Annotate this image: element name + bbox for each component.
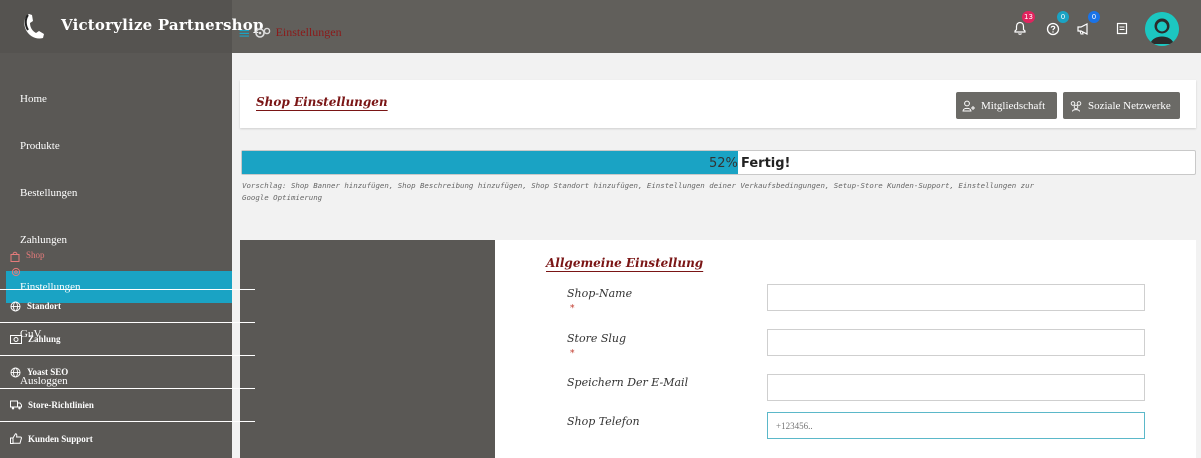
progress-percent: 52% xyxy=(709,156,738,171)
settings-menu-shop-label: Shop xyxy=(26,250,45,260)
sidebar-item-produkte[interactable]: Produkte xyxy=(6,130,232,162)
settings-gear-icon xyxy=(11,267,21,277)
settings-menu-standort-label: Standort xyxy=(27,301,62,311)
store-email-label: Speichern Der E-Mail xyxy=(567,376,689,389)
globe-icon xyxy=(10,367,21,377)
globe-icon xyxy=(10,301,21,311)
user-plus-icon xyxy=(962,100,975,111)
gears-icon xyxy=(254,27,270,38)
settings-menu-standort[interactable]: Standort xyxy=(0,290,255,323)
settings-menu-yoast-seo-label: Yoast SEO xyxy=(27,367,69,377)
brand[interactable]: Victorylize Partnershop xyxy=(0,0,263,53)
handset-logo-icon xyxy=(24,14,44,39)
help-badge: 0 xyxy=(1057,11,1069,23)
megaphone-icon[interactable] xyxy=(1076,20,1092,36)
settings-menu-yoast-seo[interactable]: Yoast SEO xyxy=(0,356,255,389)
store-email-input[interactable] xyxy=(767,374,1145,401)
membership-button-label: Mitgliedschaft xyxy=(981,99,1046,112)
store-slug-input[interactable] xyxy=(767,329,1145,356)
thumbs-up-icon xyxy=(10,433,22,444)
truck-icon xyxy=(10,400,22,410)
profile-progress-bar: 52% Fertig! xyxy=(241,150,1196,175)
top-bar: Victorylize Partnershop ≡ Einstellungen … xyxy=(0,0,1201,53)
announcement-badge: 0 xyxy=(1088,11,1100,23)
hamburger-menu-icon[interactable]: ≡ xyxy=(238,25,251,40)
progress-hint: Vorschlag: Shop Banner hinzufügen, Shop … xyxy=(242,181,1035,202)
progress-fill xyxy=(242,151,738,174)
sidebar-item-bestellungen[interactable]: Bestellungen xyxy=(6,177,232,209)
bag-icon xyxy=(10,251,20,262)
progress-label: Fertig! xyxy=(741,156,791,171)
help-icon[interactable] xyxy=(1045,20,1061,36)
settings-menu-shop[interactable]: Shop xyxy=(0,240,255,290)
settings-menu-zahlung[interactable]: Zahlung xyxy=(0,323,255,356)
membership-button[interactable]: Mitgliedschaft xyxy=(956,92,1057,119)
settings-menu-kunden-support[interactable]: Kunden Support xyxy=(0,422,255,455)
required-marker: * xyxy=(570,304,575,314)
settings-menu-store-richtlinien-label: Store-Richtlinien xyxy=(28,400,94,410)
section-title: Allgemeine Einstellung xyxy=(546,256,704,270)
brand-name: Victorylize Partnershop xyxy=(61,16,264,34)
shop-phone-label: Shop Telefon xyxy=(567,415,640,428)
social-networks-button-label: Soziale Netzwerke xyxy=(1088,99,1171,112)
breadcrumb-current[interactable]: Einstellungen xyxy=(276,25,342,40)
page-title: Shop Einstellungen xyxy=(256,95,388,109)
breadcrumb: ≡ Einstellungen xyxy=(238,25,342,40)
group-icon xyxy=(1070,100,1082,112)
required-marker: * xyxy=(570,349,575,359)
shop-name-label: Shop-Name xyxy=(567,287,633,300)
settings-menu-zahlung-label: Zahlung xyxy=(28,334,61,344)
settings-menu-kunden-support-label: Kunden Support xyxy=(28,433,93,444)
shop-phone-input[interactable] xyxy=(767,412,1145,439)
settings-menu-store-richtlinien[interactable]: Store-Richtlinien xyxy=(0,389,255,422)
user-avatar-icon xyxy=(1145,12,1179,46)
money-icon xyxy=(10,334,22,344)
social-networks-button[interactable]: Soziale Netzwerke xyxy=(1063,92,1180,119)
shop-name-input[interactable] xyxy=(767,284,1145,311)
settings-menu xyxy=(240,240,495,458)
notes-icon[interactable] xyxy=(1114,20,1130,36)
sidebar-item-home[interactable]: Home xyxy=(6,83,232,115)
avatar[interactable] xyxy=(1145,12,1179,46)
store-slug-label: Store Slug xyxy=(567,332,627,345)
notification-badge: 13 xyxy=(1022,11,1035,23)
